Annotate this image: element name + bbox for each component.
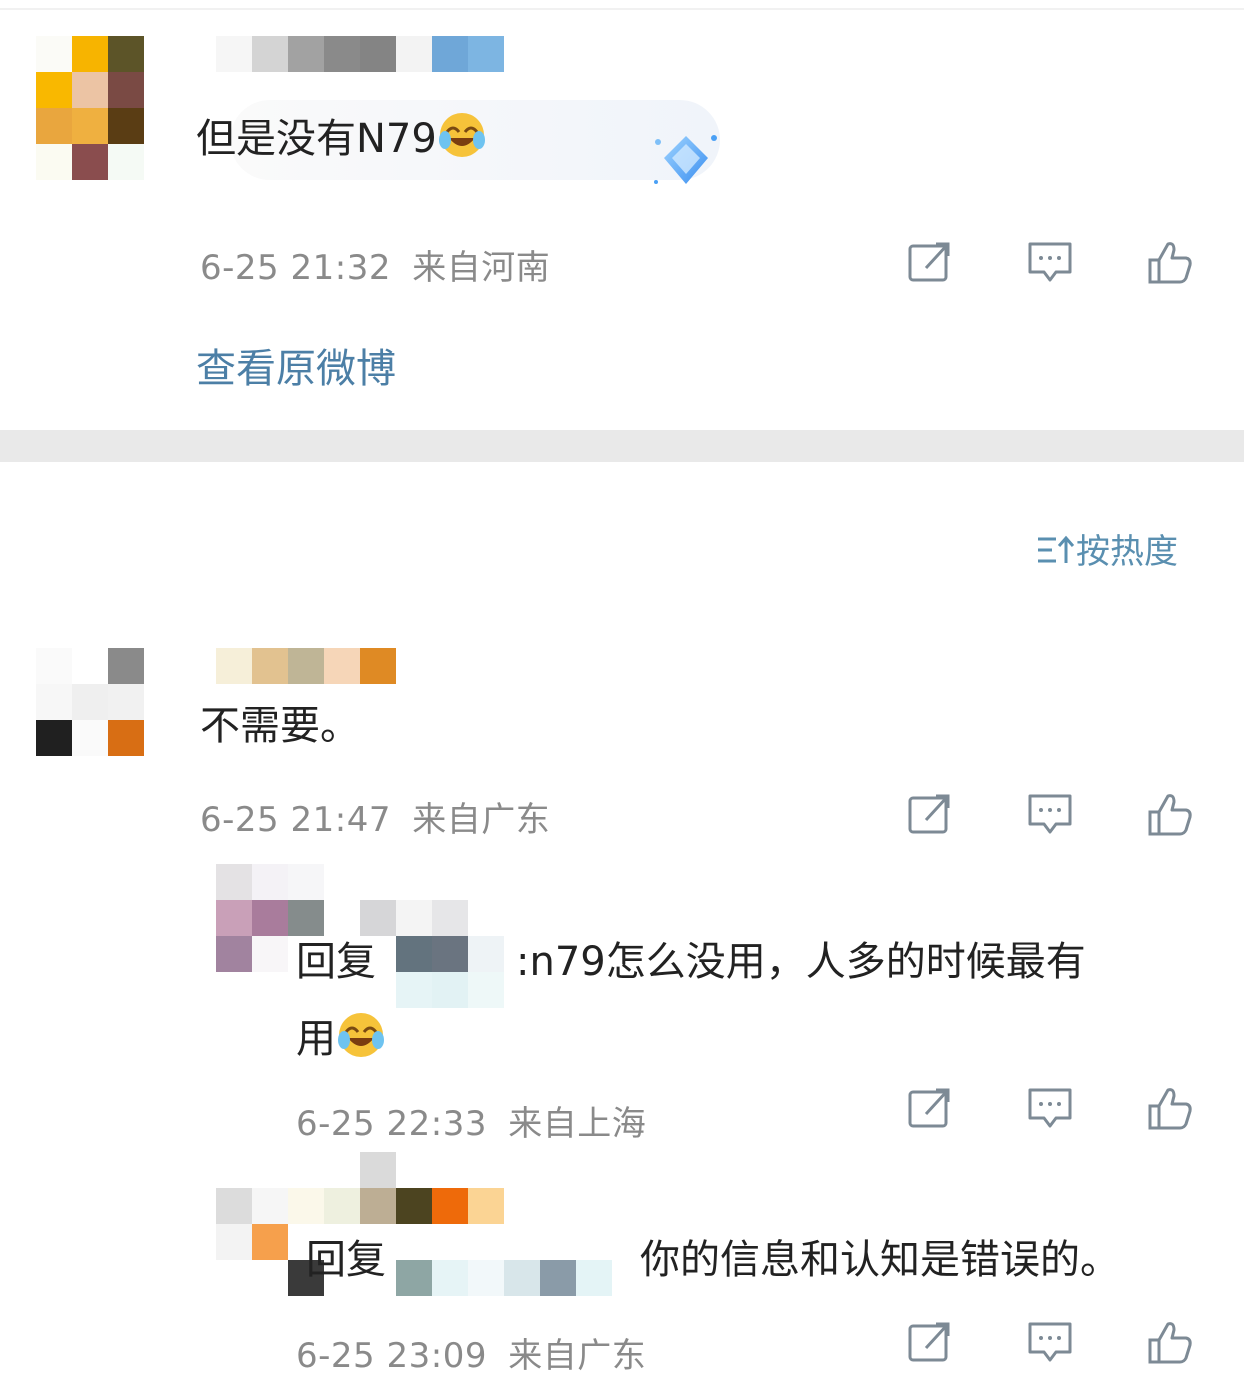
username-comment1[interactable] <box>216 36 504 72</box>
share-icon[interactable] <box>906 238 954 286</box>
comment-icon[interactable] <box>1026 1318 1074 1366</box>
avatar-comment1[interactable] <box>36 36 144 180</box>
like-icon[interactable] <box>1146 1084 1194 1132</box>
username-reply2[interactable] <box>288 1188 504 1224</box>
reply1-prefix: 回复 <box>296 939 376 985</box>
reply1-time: 6-25 22:33 <box>296 1104 487 1144</box>
laugh-cry-emoji <box>437 110 487 160</box>
reply1-body: :n79怎么没用，人多的时候最有 <box>516 939 1086 985</box>
avatar-comment2[interactable] <box>36 648 144 756</box>
reply2-body: 你的信息和认知是错误的。 <box>640 1237 1120 1283</box>
comment1-text: 但是没有N79 <box>196 110 487 163</box>
sort-label: 按热度 <box>1076 532 1178 572</box>
reply1-line2: 用 <box>296 1010 386 1063</box>
reply2-mention-username[interactable] <box>396 1260 612 1296</box>
top-divider <box>0 8 1244 10</box>
section-divider <box>0 430 1244 462</box>
comment2-meta: 6-25 21:47 来自广东 <box>200 792 550 841</box>
comment1-time: 6-25 21:32 <box>200 248 391 288</box>
comment1-meta: 6-25 21:32 来自河南 <box>200 240 550 289</box>
share-icon[interactable] <box>906 1084 954 1132</box>
comment1-location: 来自河南 <box>412 248 551 288</box>
sort-by-heat-button[interactable]: 按热度 <box>1036 524 1178 573</box>
comment2-time: 6-25 21:47 <box>200 800 391 840</box>
reply2-prefix: 回复 <box>306 1237 386 1283</box>
reply1-location: 来自上海 <box>508 1104 647 1144</box>
diamond-badge-icon <box>650 130 726 192</box>
like-icon[interactable] <box>1146 790 1194 838</box>
share-icon[interactable] <box>906 1318 954 1366</box>
laugh-cry-emoji <box>336 1010 386 1060</box>
reply1-body-cont: 用 <box>296 1016 336 1062</box>
reply1-meta: 6-25 22:33 来自上海 <box>296 1096 646 1145</box>
reply1-mention-username[interactable] <box>396 936 504 1008</box>
reply2-meta: 6-25 23:09 来自广东 <box>296 1328 646 1377</box>
reply2-time: 6-25 23:09 <box>296 1336 487 1376</box>
sort-icon <box>1036 533 1076 567</box>
like-icon[interactable] <box>1146 1318 1194 1366</box>
comment-icon[interactable] <box>1026 238 1074 286</box>
comment-icon[interactable] <box>1026 790 1074 838</box>
like-icon[interactable] <box>1146 238 1194 286</box>
view-original-link[interactable]: 查看原微博 <box>196 336 396 394</box>
share-icon[interactable] <box>906 790 954 838</box>
comment1-body: 但是没有N79 <box>196 116 437 162</box>
reply2-location: 来自广东 <box>508 1336 647 1376</box>
comment-icon[interactable] <box>1026 1084 1074 1132</box>
comment2-text: 不需要。 <box>200 703 360 749</box>
reply1-line1: 回复 <box>296 938 376 986</box>
comment2-location: 来自广东 <box>412 800 551 840</box>
username-comment2[interactable] <box>216 648 396 684</box>
username-reply1[interactable] <box>360 900 504 936</box>
